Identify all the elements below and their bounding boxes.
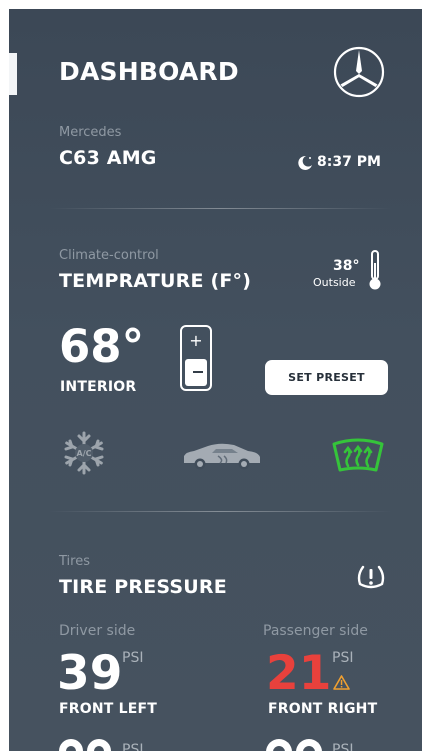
temperature-title: TEMPRATURE (F°) (59, 270, 252, 292)
front-left-label: FRONT LEFT (59, 701, 157, 717)
svg-text:A/C: A/C (77, 449, 92, 458)
rear-right-pressure-partial (266, 739, 324, 751)
temp-decrease-button[interactable] (185, 359, 207, 386)
clock-time: 8:37 PM (317, 154, 381, 170)
rear-left-pressure-partial (59, 739, 113, 751)
thermometer-icon (369, 250, 381, 290)
car-make-label: Mercedes (59, 125, 122, 140)
interior-temp-value: 68° (59, 320, 145, 373)
set-preset-button[interactable]: SET PRESET (265, 360, 388, 395)
car-recirculation-icon[interactable] (180, 441, 264, 471)
warning-triangle-icon (333, 675, 350, 690)
mercedes-star-icon (333, 46, 385, 98)
front-right-unit: PSI (332, 650, 354, 666)
page-title: DASHBOARD (59, 57, 239, 86)
rear-left-unit: PSI (122, 742, 144, 751)
front-left-pressure: 39 (57, 646, 123, 701)
car-model: C63 AMG (59, 147, 157, 169)
rear-right-unit: PSI (332, 742, 354, 751)
minus-icon (193, 371, 203, 373)
divider (49, 208, 392, 209)
snowflake-ac-icon[interactable]: A/C (61, 430, 107, 476)
tire-pressure-warning-icon (357, 565, 385, 589)
dashboard-panel: DASHBOARD Mercedes C63 AMG 8:37 PM Clima… (9, 9, 422, 751)
front-right-pressure: 21 (266, 646, 332, 701)
tires-section-label: Tires (59, 554, 90, 569)
temperature-stepper[interactable]: + (180, 325, 212, 391)
windshield-defrost-icon[interactable] (331, 438, 385, 474)
outside-temp-value: 38° (333, 258, 360, 274)
driver-side-label: Driver side (59, 623, 136, 639)
climate-section-label: Climate-control (59, 248, 159, 263)
tire-pressure-title: TIRE PRESSURE (59, 576, 227, 598)
temp-increase-button[interactable]: + (182, 333, 210, 349)
moon-icon (298, 155, 312, 170)
front-left-unit: PSI (122, 650, 144, 666)
divider (49, 511, 392, 512)
outside-temp-label: Outside (313, 276, 356, 289)
panel-drag-handle[interactable] (9, 53, 17, 95)
interior-label: INTERIOR (60, 379, 137, 395)
passenger-side-label: Passenger side (263, 623, 368, 639)
front-right-label: FRONT RIGHT (268, 701, 378, 717)
